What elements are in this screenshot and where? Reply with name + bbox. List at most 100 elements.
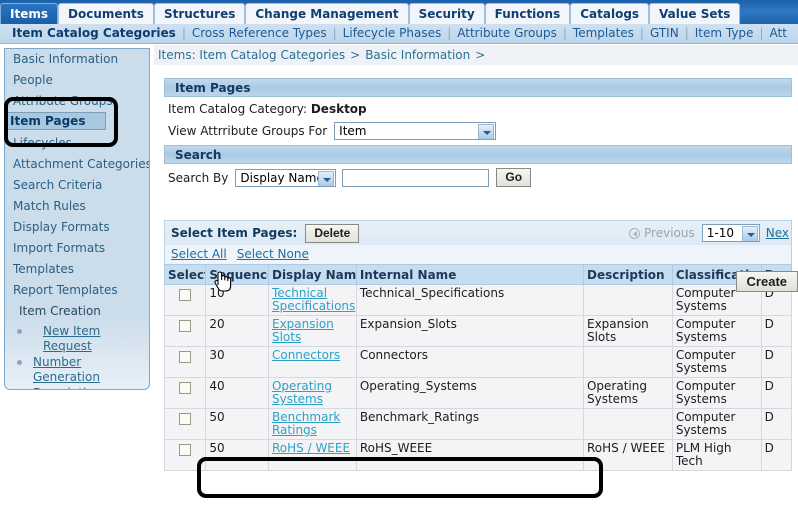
row-select-checkbox[interactable] [179,444,192,456]
next-link[interactable]: Nex [766,226,789,240]
sidebar-item-lifecycles[interactable]: Lifecycles [5,133,149,154]
display-name-link[interactable]: Connectors [272,348,340,362]
sidebar-item-report-templates[interactable]: Report Templates [5,280,149,301]
subnav-item-item-type[interactable]: Item Type [689,24,760,43]
table-body: 10 Technical Specifications Technical_Spec… [163,284,793,471]
classification-cell: PLM High Tech [671,439,762,471]
global-tab-bar: Items Documents Structures Change Managemen… [0,0,798,24]
row-select-checkbox[interactable] [179,413,192,425]
display-name-cell: Benchmark Ratings [267,408,357,440]
subnav-item-templates[interactable]: Templates [567,24,640,43]
search-by-select[interactable]: Display Name [235,168,337,187]
display-name-link[interactable]: Benchmark Ratings [272,410,340,437]
view-attribute-groups-label: View Attrribute Groups For [168,124,328,138]
display-name-link[interactable]: Operating Systems [272,379,332,406]
description-cell [582,408,673,440]
column-header-description[interactable]: Description [582,264,673,285]
sidebar-link-new-item-request[interactable]: New Item Request [43,324,100,353]
list-item: Description Generation [15,386,149,389]
detail-cell: D [760,408,793,440]
go-button[interactable]: Go [496,168,532,187]
search-by-selected-value: Display Name [240,170,324,185]
sidebar-item-attribute-groups[interactable]: Attribute Groups [5,91,149,112]
sidebar-item-display-formats[interactable]: Display Formats [5,217,149,238]
main-content: Items: Item Catalog Categories > Basic Inf… [154,45,798,519]
row-select-checkbox[interactable] [179,320,192,332]
global-tab-documents[interactable]: Documents [58,3,154,24]
description-cell: Expansion Slots [582,315,673,347]
sidebar-item-item-pages[interactable]: Item Pages [5,112,107,130]
classification-cell: Computer Systems [671,346,762,378]
column-header-sequence[interactable]: Sequence [205,264,269,285]
detail-cell: D [760,346,793,378]
select-all-link[interactable]: Select All [171,247,227,261]
display-name-cell: RoHS / WEEE [267,439,357,471]
breadcrumb-item-basic-information[interactable]: Basic Information [365,48,470,62]
app-window: Items Documents Structures Change Managemen… [0,0,798,519]
subnav-item-lifecycle-phases[interactable]: Lifecycle Phases [337,24,448,43]
row-select-checkbox[interactable] [179,289,192,301]
item-catalog-category-value: Desktop [310,102,367,116]
sidebar-item-attachment-categories[interactable]: Attachment Categories [5,154,149,175]
pagination-controls: Previous 1-10 Nex [629,224,791,242]
sidebar-section-item-creation: Item Creation [19,304,101,318]
column-header-internal-name[interactable]: Internal Name [355,264,584,285]
item-pages-table: SelectSequenceDisplay NameInternal NameD… [163,264,793,471]
sidebar-link-number-generation[interactable]: Number Generation [33,355,100,384]
column-header-select[interactable]: Select [163,264,207,285]
subnav-item-att[interactable]: Att [763,24,792,43]
breadcrumb-item-items-catalog[interactable]: Items: Item Catalog Categories [158,48,345,62]
sidebar-link-description-generation[interactable]: Description Generation [33,386,101,389]
description-cell [582,284,673,316]
select-all-bar: Select All Select None [164,245,792,264]
display-name-link[interactable]: RoHS / WEEE [272,441,350,455]
breadcrumb-arrow-2: > [475,48,486,62]
sidebar-item-templates[interactable]: Templates [5,259,149,280]
table-row: 10 Technical Specifications Technical_Spec… [163,284,793,316]
search-input[interactable] [342,168,490,187]
create-button[interactable]: Create [735,271,798,292]
select-none-link[interactable]: Select None [237,247,309,261]
row-select-cell [163,284,207,316]
internal-name-cell: Connectors [355,346,584,378]
subnav-item-item-catalog-categories[interactable]: Item Catalog Categories [6,24,182,43]
display-name-cell: Operating Systems [267,377,357,409]
subnav-item-attribute-groups[interactable]: Attribute Groups [451,24,563,43]
sidebar-link-list: New Item RequestNumber Generation Descrip… [5,324,149,389]
description-cell: Operating Systems [582,377,673,409]
sidebar-item-basic-information[interactable]: Basic Information [5,49,149,70]
row-select-cell [163,346,207,378]
global-tab-value-sets[interactable]: Value Sets [649,3,741,24]
global-tab-items[interactable]: Items [0,3,58,24]
page-range-select[interactable]: 1-10 [701,224,760,242]
sidebar-item-search-criteria[interactable]: Search Criteria [5,175,149,196]
row-select-checkbox[interactable] [179,382,192,394]
table-row: 40 Operating Systems Operating_Systems Oper… [163,377,793,409]
global-tab-structures[interactable]: Structures [153,3,246,24]
global-tab-security[interactable]: Security [408,3,485,24]
subnav-item-cross-reference-types[interactable]: Cross Reference Types [186,24,333,43]
sidebar-item-match-rules[interactable]: Match Rules [5,196,149,217]
select-item-pages-label: Select Item Pages: [171,226,298,240]
row-select-cell [163,439,207,471]
previous-link[interactable]: Previous [629,226,695,240]
sidebar-item-import-formats[interactable]: Import Formats [5,238,149,259]
delete-button[interactable]: Delete [305,223,360,243]
chevron-down-icon [318,170,335,186]
detail-cell: D [760,315,793,347]
sidebar-navigation: Basic Information People Attribute Groups I… [4,48,150,390]
row-select-checkbox[interactable] [179,351,192,363]
global-tab-catalogs[interactable]: Catalogs [570,3,650,24]
subnav-item-gtin[interactable]: GTIN [644,24,685,43]
global-tab-functions[interactable]: Functions [484,3,571,24]
column-header-display-name[interactable]: Display Name [267,264,357,285]
display-name-link[interactable]: Expansion Slots [272,317,334,344]
display-name-link[interactable]: Technical Specifications [272,286,355,313]
global-tab-change-management[interactable]: Change Management [245,3,409,24]
display-name-cell: Technical Specifications [267,284,357,316]
view-attribute-groups-select[interactable]: Item [334,122,497,140]
search-by-label: Search By [168,170,229,185]
sidebar-item-people[interactable]: People [5,70,149,91]
internal-name-cell: Expansion_Slots [355,315,584,347]
item-pages-header: Item Pages [164,78,792,97]
